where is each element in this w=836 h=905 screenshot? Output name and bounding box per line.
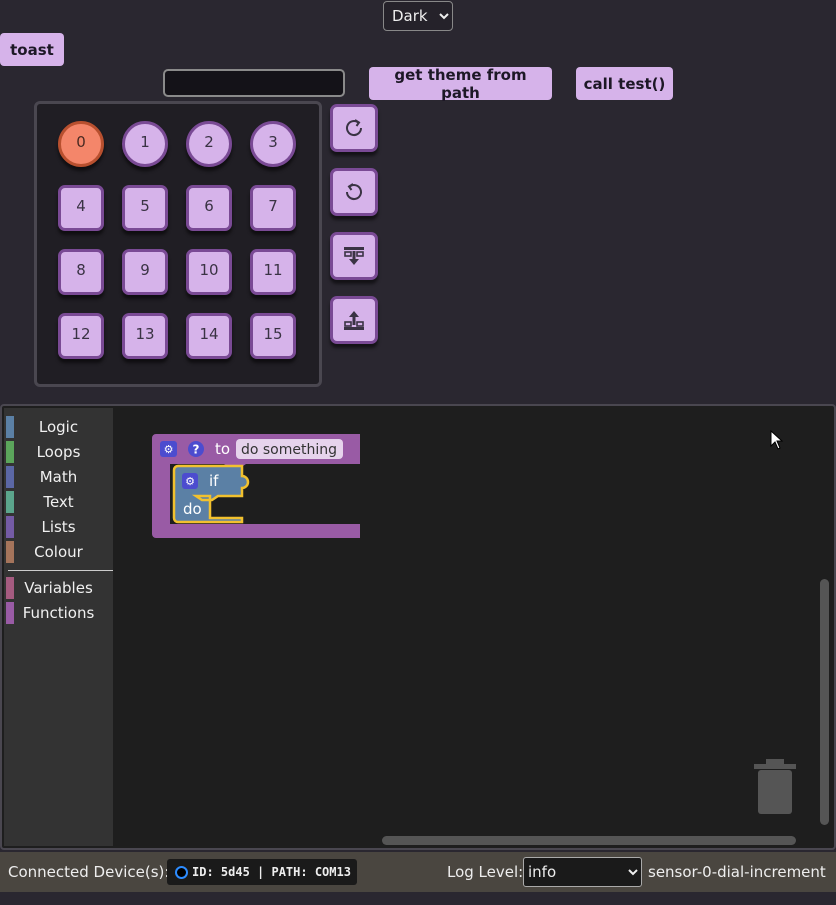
device-chip[interactable]: ID: 5d45 | PATH: COM13 [167,859,357,885]
key-12[interactable]: 12 [58,313,104,359]
rotate-ccw-icon [345,183,362,201]
category-swatch [6,466,14,488]
category-label: Math [39,468,78,486]
push-down-button[interactable] [330,232,378,280]
last-event-text: sensor-0-dial-increment [648,863,826,881]
blockly-workspace[interactable]: Logic Loops Math Text Lists Colour Variables Fu… [0,404,836,850]
toolbox-category-lists[interactable]: Lists [4,516,113,538]
rotate-cw-button[interactable] [330,104,378,152]
rotate-cw-icon [346,119,363,137]
category-label: Functions [22,604,95,622]
mouse-cursor-icon [770,430,784,450]
svg-text:⚙: ⚙ [185,475,195,488]
key-7[interactable]: 7 [250,185,296,231]
key-5[interactable]: 5 [122,185,168,231]
key-10[interactable]: 10 [186,249,232,295]
toolbox-category-math[interactable]: Math [4,466,113,488]
do-label: do [183,500,202,518]
key-11[interactable]: 11 [250,249,296,295]
key-14[interactable]: 14 [186,313,232,359]
toolbox-category-logic[interactable]: Logic [4,416,113,438]
vertical-scrollbar[interactable] [820,579,829,825]
download-tray-icon [344,247,364,265]
category-label: Variables [24,579,93,597]
category-swatch [6,491,14,513]
category-label: Logic [38,418,79,436]
category-swatch [6,416,14,438]
trash-icon[interactable] [752,758,798,816]
key-3[interactable]: 3 [250,121,296,167]
key-0[interactable]: 0 [58,121,104,167]
toolbox-category-variables[interactable]: Variables [4,577,113,599]
function-block[interactable]: ⚙ ? to do something ⚙ if do [150,434,370,544]
rotate-ccw-button[interactable] [330,168,378,216]
log-level-select[interactable]: info [523,857,642,887]
key-4[interactable]: 4 [58,185,104,231]
toolbox-category-functions[interactable]: Functions [4,602,113,624]
category-swatch [6,541,14,563]
func-name-field[interactable]: do something [241,442,337,458]
device-radio[interactable] [175,865,188,879]
category-swatch [6,441,14,463]
get-theme-from-path-button[interactable]: get theme from path [369,66,552,102]
horizontal-scrollbar[interactable] [382,836,796,845]
toolbox: Logic Loops Math Text Lists Colour Variables Fu… [4,408,113,846]
svg-text:?: ? [193,443,200,457]
toolbox-category-loops[interactable]: Loops [4,441,113,463]
toolbox-category-colour[interactable]: Colour [4,541,113,563]
device-id-text: ID: 5d45 | PATH: COM13 [192,865,351,879]
upload-tray-icon [344,311,364,330]
category-label: Colour [34,543,83,561]
toolbox-separator [8,570,113,571]
key-9[interactable]: 9 [122,249,168,295]
category-label: Text [43,493,74,511]
key-1[interactable]: 1 [122,121,168,167]
toolbox-category-text[interactable]: Text [4,491,113,513]
theme-select[interactable]: Dark [383,1,453,31]
toast-button[interactable]: toast [0,33,64,66]
key-panel: 0 1 2 3 4 5 6 7 8 9 10 11 12 13 14 15 [34,101,322,387]
theme-path-input[interactable] [163,69,345,97]
if-label: if [209,472,219,490]
key-15[interactable]: 15 [250,313,296,359]
bottom-strip [0,892,836,905]
func-to-label: to [215,440,230,458]
category-swatch [6,577,14,599]
category-label: Loops [36,443,81,461]
push-up-button[interactable] [330,296,378,344]
category-swatch [6,602,14,624]
key-6[interactable]: 6 [186,185,232,231]
connected-devices-label: Connected Device(s): [8,863,170,881]
key-8[interactable]: 8 [58,249,104,295]
category-label: Lists [41,518,76,536]
log-level-label: Log Level: [447,863,524,881]
status-bar: Connected Device(s): ID: 5d45 | PATH: CO… [0,852,836,892]
svg-text:⚙: ⚙ [164,443,174,456]
category-swatch [6,516,14,538]
key-2[interactable]: 2 [186,121,232,167]
key-13[interactable]: 13 [122,313,168,359]
call-test-button[interactable]: call test() [576,67,673,100]
